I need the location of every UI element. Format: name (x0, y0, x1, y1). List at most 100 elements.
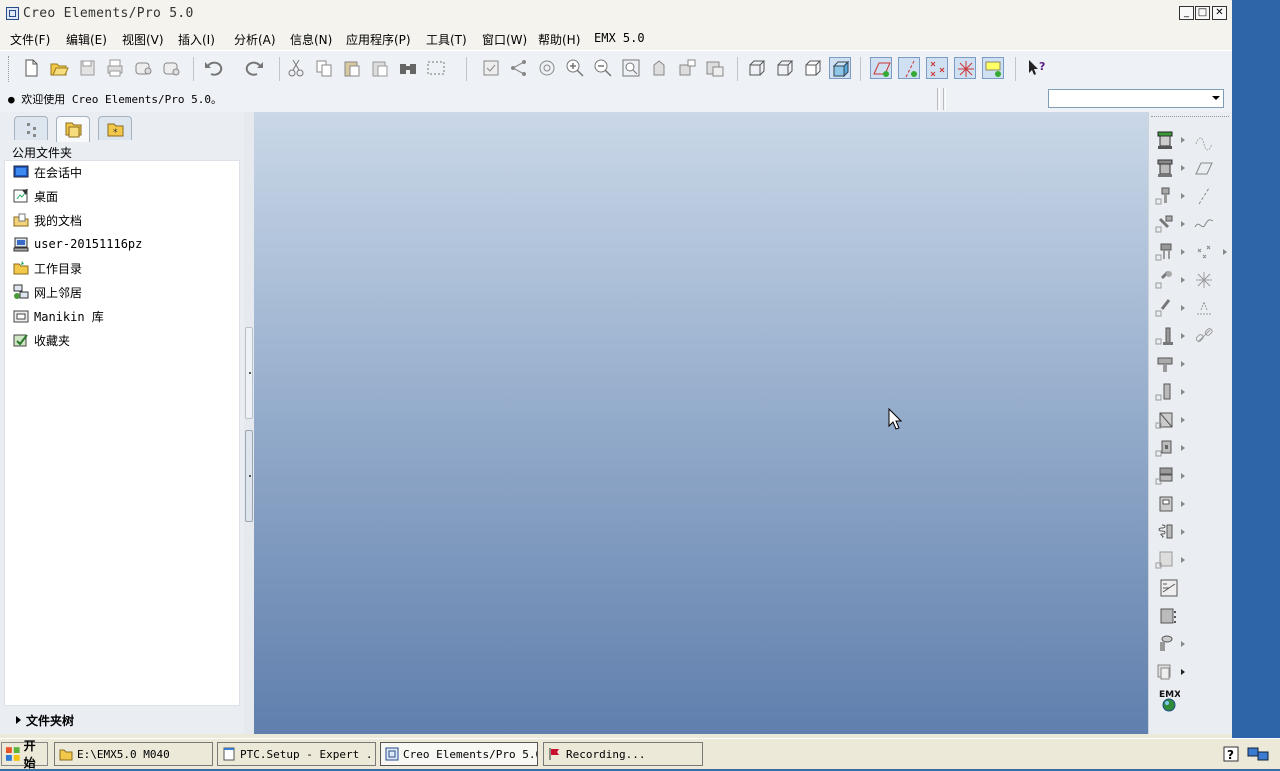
emx-sprue-bushing-icon[interactable] (1154, 269, 1176, 291)
folder-working-directory[interactable]: 工作目录 (13, 258, 82, 278)
emx-ejector-pin-icon[interactable] (1154, 241, 1176, 263)
datum-axes-icon[interactable] (898, 57, 920, 79)
no-hidden-icon[interactable] (802, 57, 824, 79)
minimize-button[interactable]: _ (1179, 6, 1194, 20)
tab-folder-browser[interactable] (56, 116, 90, 142)
chain-link-icon[interactable] (1193, 325, 1215, 347)
undo-icon[interactable] (202, 57, 224, 79)
flyout-arrow-icon[interactable] (1181, 501, 1185, 507)
emx-slider-icon[interactable] (1154, 381, 1176, 403)
emx-latch-lock-icon[interactable] (1154, 437, 1176, 459)
redo-icon[interactable] (244, 57, 266, 79)
coordinate-system-icon[interactable] (1193, 269, 1215, 291)
emx-lifter-icon[interactable] (1154, 409, 1176, 431)
model-tree-icon[interactable] (508, 57, 530, 79)
splitter-handle[interactable] (245, 430, 253, 522)
taskbar-item-notepad[interactable]: PTC.Setup - Expert ... (217, 742, 376, 766)
emx-logo-icon[interactable]: EMX (1158, 687, 1180, 713)
menu-file[interactable]: 文件(F) (10, 31, 50, 48)
flyout-arrow-icon[interactable] (1181, 249, 1185, 255)
network-tray-icon[interactable] (1247, 747, 1269, 761)
find-icon[interactable] (397, 57, 419, 79)
flyout-arrow-icon[interactable] (1181, 389, 1185, 395)
emx-bom-icon[interactable] (1158, 605, 1180, 627)
toolbar-grip[interactable] (1151, 116, 1229, 120)
folder-manikin-library[interactable]: Manikin 库 (13, 306, 104, 326)
help-tray-icon[interactable]: ? (1223, 746, 1239, 762)
sketched-curve-icon[interactable] (1193, 129, 1215, 151)
csys-icon[interactable] (954, 57, 976, 79)
taskbar-item-recording[interactable]: Recording... (543, 742, 703, 766)
analysis-feature-icon[interactable] (1193, 297, 1215, 319)
hidden-line-icon[interactable] (774, 57, 796, 79)
emx-support-pillar-icon[interactable] (1154, 325, 1176, 347)
zoom-in-icon[interactable] (564, 57, 586, 79)
filter-dropdown[interactable] (1048, 89, 1224, 108)
select-box-icon[interactable] (425, 57, 447, 79)
flyout-arrow-icon[interactable] (1181, 361, 1185, 367)
tab-model-tree[interactable] (14, 116, 48, 140)
tab-favorites[interactable]: * (98, 116, 132, 140)
menu-insert[interactable]: 插入(I) (178, 31, 215, 48)
new-file-icon[interactable] (20, 57, 42, 79)
flyout-arrow-icon[interactable] (1181, 417, 1185, 423)
datum-axis-icon[interactable] (1193, 185, 1215, 207)
menu-info[interactable]: 信息(N) (290, 31, 332, 48)
shading-icon[interactable] (829, 57, 851, 79)
copy-icon[interactable] (313, 57, 335, 79)
emx-visibility-icon[interactable] (1154, 633, 1176, 655)
flyout-arrow-icon[interactable] (1181, 445, 1185, 451)
repaint-icon[interactable] (536, 57, 558, 79)
maximize-button[interactable]: □ (1195, 6, 1210, 20)
regenerate-icon[interactable] (480, 57, 502, 79)
menu-window[interactable]: 窗口(W) (482, 31, 527, 48)
flyout-arrow-icon[interactable] (1181, 333, 1185, 339)
graphics-area[interactable] (254, 112, 1148, 734)
taskbar-item-creo[interactable]: Creo Elements/Pro 5.0 (380, 742, 538, 766)
menu-emx[interactable]: EMX 5.0 (594, 31, 645, 45)
paste-icon[interactable] (341, 57, 363, 79)
flyout-arrow-icon[interactable] (1181, 557, 1185, 563)
datum-plane-icon[interactable] (1193, 157, 1215, 179)
emx-base-assembly-icon[interactable] (1154, 129, 1176, 151)
save-icon[interactable] (76, 57, 98, 79)
flyout-arrow-icon[interactable] (1181, 165, 1185, 171)
emx-screw-icon[interactable] (1154, 213, 1176, 235)
emx-spring-icon[interactable] (1154, 521, 1176, 543)
named-views-icon[interactable] (676, 57, 698, 79)
folder-tree-toggle[interactable]: 文件夹树 (16, 712, 74, 729)
taskbar-item-explorer[interactable]: E:\EMX5.0 M040 (54, 742, 213, 766)
datum-points-icon[interactable] (926, 57, 948, 79)
menu-help[interactable]: 帮助(H) (538, 31, 580, 48)
flyout-arrow-icon[interactable] (1181, 277, 1185, 283)
datum-curve-icon[interactable] (1193, 213, 1215, 235)
mail-icon[interactable] (160, 57, 182, 79)
datum-point-icon[interactable] (1193, 241, 1215, 263)
emx-options-icon[interactable] (1154, 661, 1176, 683)
menu-tools[interactable]: 工具(T) (426, 31, 467, 48)
wireframe-icon[interactable] (746, 57, 768, 79)
cut-icon[interactable] (285, 57, 307, 79)
emx-cooling-icon[interactable] (1154, 353, 1176, 375)
emx-component-icon[interactable] (1154, 549, 1176, 571)
flyout-arrow-icon[interactable] (1181, 641, 1185, 647)
emx-inserts-icon[interactable] (1154, 493, 1176, 515)
splitter-handle[interactable] (245, 327, 253, 419)
emx-plate-icon[interactable] (1154, 157, 1176, 179)
menu-edit[interactable]: 编辑(E) (66, 31, 107, 48)
flyout-arrow-icon[interactable] (1181, 137, 1185, 143)
annotations-icon[interactable] (982, 57, 1004, 79)
emx-guide-pin-icon[interactable] (1154, 185, 1176, 207)
flyout-arrow-icon[interactable] (1181, 305, 1185, 311)
close-button[interactable]: ✕ (1212, 6, 1227, 20)
folder-in-session[interactable]: 在会话中 (13, 162, 82, 182)
emx-locating-ring-icon[interactable] (1154, 297, 1176, 319)
panel-splitter[interactable] (244, 112, 254, 734)
flyout-arrow-icon[interactable] (1181, 193, 1185, 199)
flyout-arrow-icon[interactable] (1181, 473, 1185, 479)
context-help-icon[interactable]: ? (1026, 57, 1048, 79)
print-icon[interactable] (104, 57, 126, 79)
refit-icon[interactable] (620, 57, 642, 79)
datum-planes-icon[interactable] (870, 57, 892, 79)
reorient-icon[interactable] (648, 57, 670, 79)
